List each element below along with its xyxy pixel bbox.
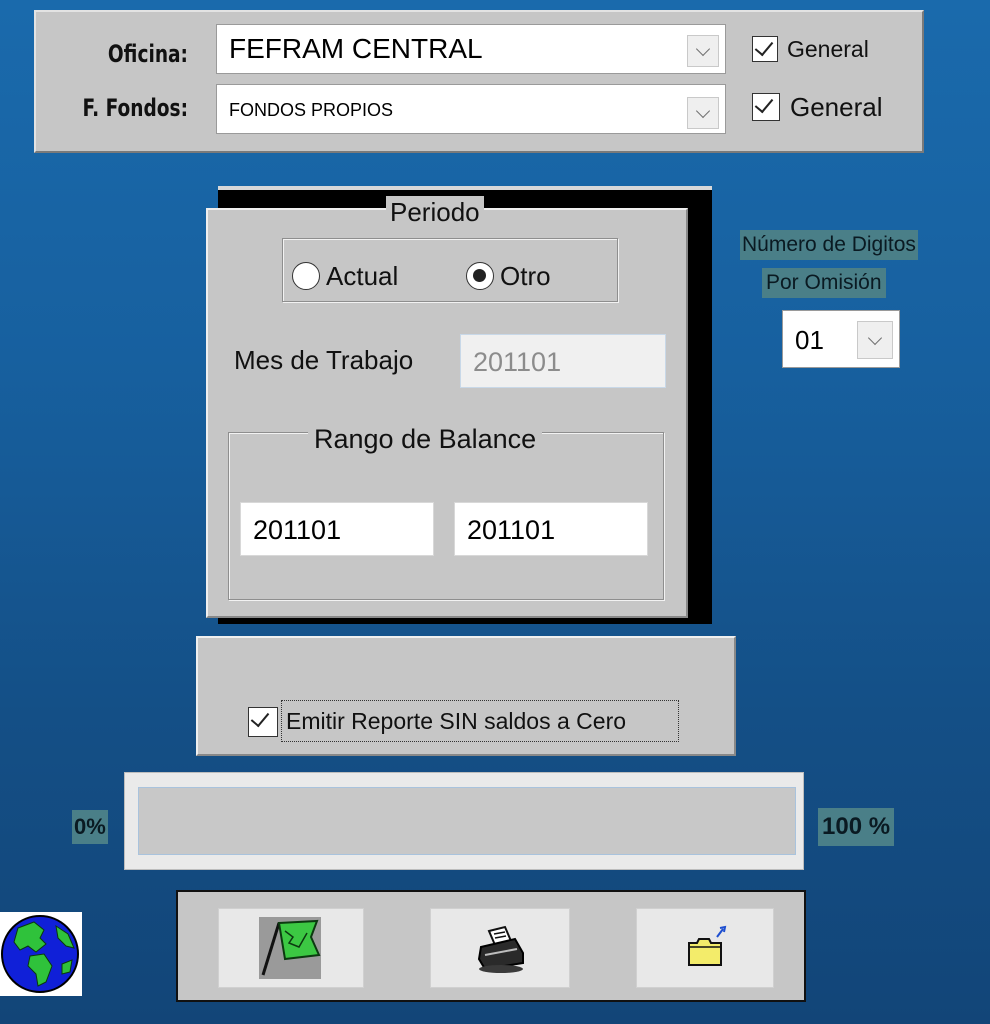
oficina-label: Oficina: bbox=[107, 40, 188, 68]
rango-from-input[interactable]: 201101 bbox=[240, 502, 434, 556]
periodo-title: Periodo bbox=[386, 196, 484, 228]
exit-folder-icon bbox=[688, 925, 727, 966]
mes-trabajo-label: Mes de Trabajo bbox=[234, 345, 414, 375]
exit-button[interactable] bbox=[636, 908, 774, 988]
rango-to-input[interactable]: 201101 bbox=[454, 502, 648, 556]
periodo-shadow-highlight bbox=[218, 186, 712, 190]
fondos-dropdown-button[interactable] bbox=[687, 97, 719, 129]
globe-icon-graphic bbox=[1, 915, 79, 993]
process-button[interactable] bbox=[218, 908, 364, 988]
fondos-select[interactable]: FONDOS PROPIOS bbox=[216, 84, 726, 134]
oficina-select[interactable]: FEFRAM CENTRAL bbox=[216, 24, 726, 74]
emit-checkbox[interactable] bbox=[248, 707, 278, 737]
rango-title: Rango de Balance bbox=[308, 422, 543, 456]
fondos-select-value: FONDOS PROPIOS bbox=[229, 100, 394, 120]
digitos-label-line2: Por Omisión bbox=[762, 268, 886, 298]
radio-otro-label[interactable]: Otro bbox=[500, 260, 551, 292]
fondos-general-checkbox[interactable] bbox=[752, 93, 780, 121]
emit-label[interactable]: Emitir Reporte SIN saldos a Cero bbox=[281, 700, 679, 742]
oficina-general-label: General bbox=[787, 36, 869, 62]
flag-icon bbox=[259, 917, 321, 979]
fondos-label: F. Fondos: bbox=[82, 94, 188, 122]
progress-min-label: 0% bbox=[72, 810, 108, 844]
printer-icon bbox=[477, 925, 524, 973]
oficina-dropdown-button[interactable] bbox=[687, 35, 719, 67]
progress-max-label: 100 % bbox=[818, 808, 895, 846]
progress-bar bbox=[138, 787, 796, 855]
radio-otro[interactable] bbox=[466, 262, 494, 290]
digitos-select[interactable]: 01 bbox=[782, 310, 900, 368]
radio-actual-label[interactable]: Actual bbox=[326, 260, 398, 292]
mes-trabajo-input[interactable]: 201101 bbox=[460, 334, 666, 388]
digitos-select-value: 01 bbox=[795, 325, 824, 355]
radio-actual[interactable] bbox=[292, 262, 320, 290]
chevron-down-icon bbox=[695, 41, 711, 57]
print-button[interactable] bbox=[430, 908, 570, 988]
chevron-down-icon bbox=[695, 103, 711, 119]
digitos-dropdown-button[interactable] bbox=[857, 321, 893, 359]
globe-icon bbox=[0, 912, 82, 996]
oficina-general-checkbox[interactable] bbox=[752, 36, 778, 62]
fondos-general-label: General bbox=[790, 92, 883, 122]
chevron-down-icon bbox=[867, 330, 883, 346]
oficina-select-value: FEFRAM CENTRAL bbox=[229, 33, 483, 64]
digitos-label-line1: Número de Digitos bbox=[740, 230, 918, 260]
